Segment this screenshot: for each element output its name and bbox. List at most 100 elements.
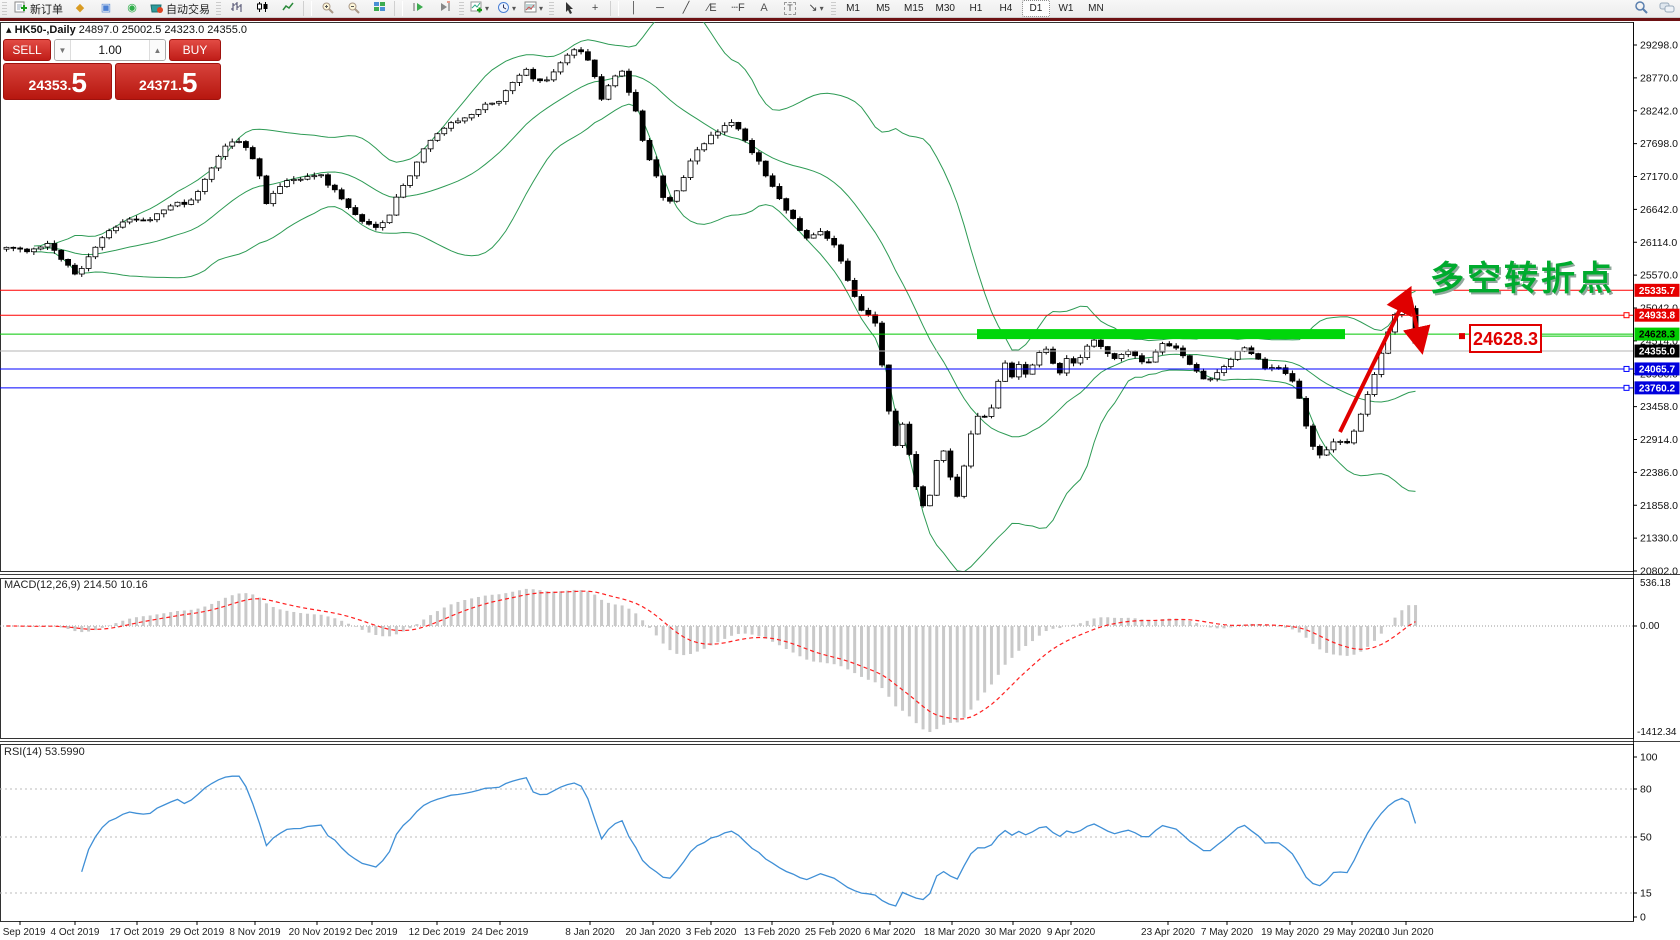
collapse-icon[interactable]: ▴ bbox=[6, 24, 12, 36]
strategy-tester-icon: ▣ bbox=[101, 3, 111, 14]
svg-text:28242.0: 28242.0 bbox=[1640, 105, 1678, 117]
rsi-line bbox=[82, 776, 1416, 906]
candlestick-chart-button[interactable] bbox=[250, 0, 274, 17]
zoom-out-button[interactable] bbox=[341, 0, 365, 17]
timeframe-button-m30[interactable]: M30 bbox=[931, 0, 960, 17]
timeframe-button-h4[interactable]: H4 bbox=[992, 0, 1020, 17]
auto-scroll-icon bbox=[412, 1, 425, 16]
sell-price-big: 5 bbox=[71, 69, 87, 97]
channel-icon: ∕E bbox=[707, 3, 716, 14]
svg-text:24 Dec 2019: 24 Dec 2019 bbox=[472, 927, 529, 938]
templates-button[interactable]: ▾ bbox=[521, 0, 546, 17]
svg-text:10 Jun 2020: 10 Jun 2020 bbox=[1378, 927, 1433, 938]
one-click-trading-panel: SELL ▼ 1.00 ▲ BUY 24353.5 24371.5 bbox=[3, 39, 221, 100]
zoom-in-button[interactable] bbox=[315, 0, 339, 17]
svg-text:26114.0: 26114.0 bbox=[1640, 237, 1677, 249]
volume-decrease-button[interactable]: ▼ bbox=[55, 40, 71, 60]
timeframe-button-h1[interactable]: H1 bbox=[962, 0, 990, 17]
timeframe-button-mn[interactable]: MN bbox=[1082, 0, 1110, 17]
auto-trading-button-label: 自动交易 bbox=[166, 1, 210, 17]
toolbar-separator bbox=[394, 1, 403, 16]
svg-text:9 Apr 2020: 9 Apr 2020 bbox=[1047, 927, 1096, 938]
volume-increase-button[interactable]: ▲ bbox=[149, 40, 165, 60]
svg-text:25335.7: 25335.7 bbox=[1639, 286, 1676, 297]
text-button[interactable]: A bbox=[752, 0, 776, 17]
support-zone-band[interactable] bbox=[977, 329, 1345, 339]
level-price-box[interactable]: 24628.3 bbox=[1459, 325, 1633, 352]
channel-button[interactable]: ∕E bbox=[700, 0, 724, 17]
horizontal-line-button[interactable]: ─ bbox=[648, 0, 672, 17]
chevron-down-icon[interactable]: ▾ bbox=[512, 4, 516, 13]
metaeditor-button[interactable]: ◆ bbox=[68, 0, 92, 17]
volume-stepper[interactable]: ▼ 1.00 ▲ bbox=[54, 39, 166, 61]
svg-text:12 Dec 2019: 12 Dec 2019 bbox=[409, 927, 466, 938]
macd-indicator-label: MACD(12,26,9) 214.50 10.16 bbox=[4, 579, 148, 591]
chevron-down-icon[interactable]: ▾ bbox=[820, 4, 824, 13]
new-order-button-label: 新订单 bbox=[30, 1, 63, 17]
chevron-down-icon[interactable]: ▾ bbox=[485, 4, 489, 13]
arrows-button[interactable]: ↘▾ bbox=[804, 0, 828, 17]
svg-text:26642.0: 26642.0 bbox=[1640, 204, 1678, 216]
symbol-period-label: HK50-,Daily bbox=[15, 24, 76, 36]
templates-icon bbox=[524, 1, 537, 16]
sell-price[interactable]: 24353.5 bbox=[3, 63, 112, 100]
auto-trading-button[interactable]: 自动交易 bbox=[146, 0, 213, 17]
timeframe-button-m1[interactable]: M1 bbox=[839, 0, 867, 17]
periods-button[interactable]: ▾ bbox=[494, 0, 519, 17]
strategy-tester-button[interactable]: ▣ bbox=[94, 0, 118, 17]
svg-text:-1412.34: -1412.34 bbox=[1637, 727, 1677, 738]
chart-canvas: 24628.329298.028770.028242.027698.027170… bbox=[0, 0, 1680, 940]
indicators-button[interactable]: ▾ bbox=[467, 0, 492, 17]
new-order-button[interactable]: 新订单 bbox=[10, 0, 66, 17]
chevron-down-icon[interactable]: ▾ bbox=[539, 4, 543, 13]
line-chart-button[interactable] bbox=[276, 0, 300, 17]
tile-windows-button[interactable] bbox=[367, 0, 391, 17]
svg-text:25570.0: 25570.0 bbox=[1640, 270, 1678, 282]
indicators-icon bbox=[470, 1, 483, 16]
svg-text:80: 80 bbox=[1640, 784, 1652, 796]
mt4-window: { "toolbar": { "new_order_label": "新订单",… bbox=[0, 0, 1680, 940]
macd-histogram bbox=[0, 589, 1633, 732]
cursor-button[interactable] bbox=[557, 0, 581, 17]
volume-value[interactable]: 1.00 bbox=[71, 40, 149, 60]
svg-text:22386.0: 22386.0 bbox=[1640, 467, 1678, 479]
metaeditor-icon: ◆ bbox=[76, 3, 84, 14]
bar-chart-button[interactable] bbox=[224, 0, 248, 17]
buy-button[interactable]: BUY bbox=[169, 39, 221, 61]
buy-price[interactable]: 24371.5 bbox=[115, 63, 221, 100]
svg-text:2 Dec 2019: 2 Dec 2019 bbox=[346, 927, 398, 938]
chart-shift-button[interactable] bbox=[432, 0, 456, 17]
fibonacci-button[interactable]: ┄F bbox=[726, 0, 750, 17]
svg-text:24628.3: 24628.3 bbox=[1473, 329, 1538, 349]
turning-point-annotation[interactable]: 多空转折点 bbox=[1430, 251, 1615, 300]
cursor-icon bbox=[564, 1, 575, 17]
auto-scroll-button[interactable] bbox=[406, 0, 430, 17]
toolbar-grip bbox=[831, 2, 836, 15]
zoom-in-icon bbox=[321, 1, 334, 17]
svg-text:24065.7: 24065.7 bbox=[1639, 364, 1676, 375]
text-label-icon: T bbox=[784, 2, 796, 15]
vertical-line-button[interactable]: │ bbox=[622, 0, 646, 17]
svg-text:28770.0: 28770.0 bbox=[1640, 72, 1678, 84]
text-label-button[interactable]: T bbox=[778, 0, 802, 17]
svg-text:22914.0: 22914.0 bbox=[1640, 434, 1678, 446]
crosshair-button[interactable]: + bbox=[583, 0, 607, 17]
timeframe-button-m5[interactable]: M5 bbox=[869, 0, 897, 17]
line-chart-icon bbox=[282, 1, 295, 16]
svg-text:21858.0: 21858.0 bbox=[1640, 500, 1678, 512]
search-button[interactable] bbox=[1629, 0, 1653, 17]
timeframe-button-m15[interactable]: M15 bbox=[899, 0, 928, 17]
svg-text:3 Feb 2020: 3 Feb 2020 bbox=[686, 927, 737, 938]
candlestick-chart-icon bbox=[256, 1, 269, 16]
trendline-button[interactable]: ╱ bbox=[674, 0, 698, 17]
chat-button[interactable] bbox=[1655, 0, 1679, 17]
svg-text:24933.8: 24933.8 bbox=[1639, 311, 1676, 322]
signals-button[interactable]: ◉ bbox=[120, 0, 144, 17]
chat-icon bbox=[1659, 1, 1675, 17]
timeframe-button-w1[interactable]: W1 bbox=[1052, 0, 1080, 17]
svg-text:6 Mar 2020: 6 Mar 2020 bbox=[865, 927, 916, 938]
sell-button[interactable]: SELL bbox=[3, 39, 51, 61]
timeframe-button-d1[interactable]: D1 bbox=[1022, 0, 1050, 17]
svg-text:13 Feb 2020: 13 Feb 2020 bbox=[744, 927, 801, 938]
svg-text:19 May 2020: 19 May 2020 bbox=[1261, 927, 1319, 938]
